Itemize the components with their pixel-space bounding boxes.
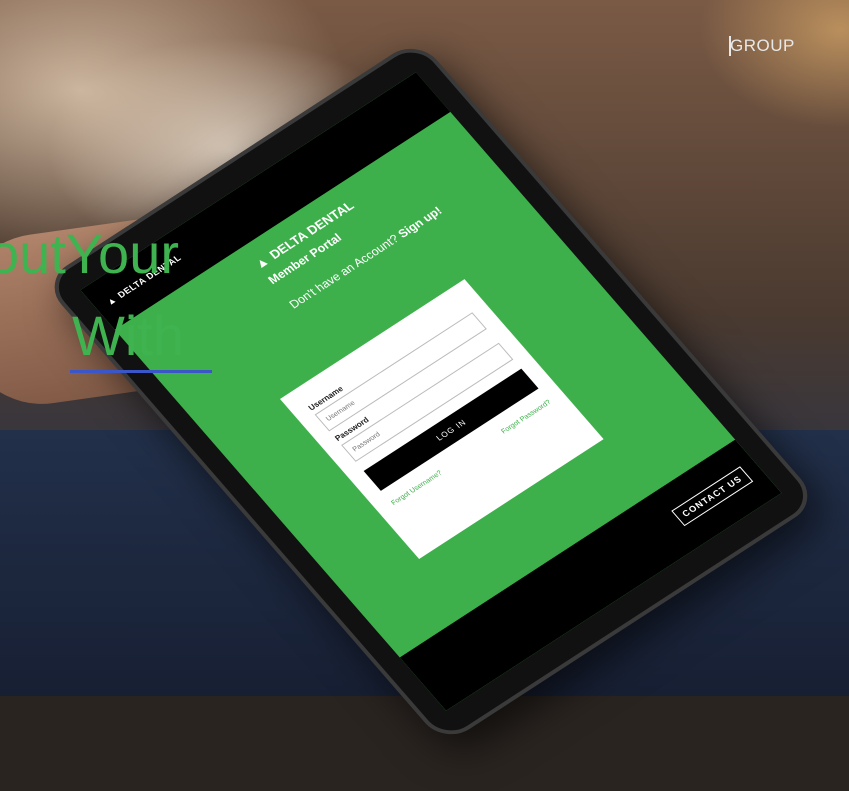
overlay-heading-line1: outYour xyxy=(0,222,179,285)
login-card: Username Password LOG IN Forgot Username… xyxy=(279,279,604,560)
overlay-underline xyxy=(70,370,212,373)
group-label[interactable]: GROUP xyxy=(730,36,795,56)
contact-us-button[interactable]: CONTACT US xyxy=(670,466,754,527)
overlay-heading-line2: With xyxy=(72,304,184,367)
signup-link[interactable]: Sign up! xyxy=(395,204,445,241)
delta-logo-icon: ▲ xyxy=(251,253,272,272)
